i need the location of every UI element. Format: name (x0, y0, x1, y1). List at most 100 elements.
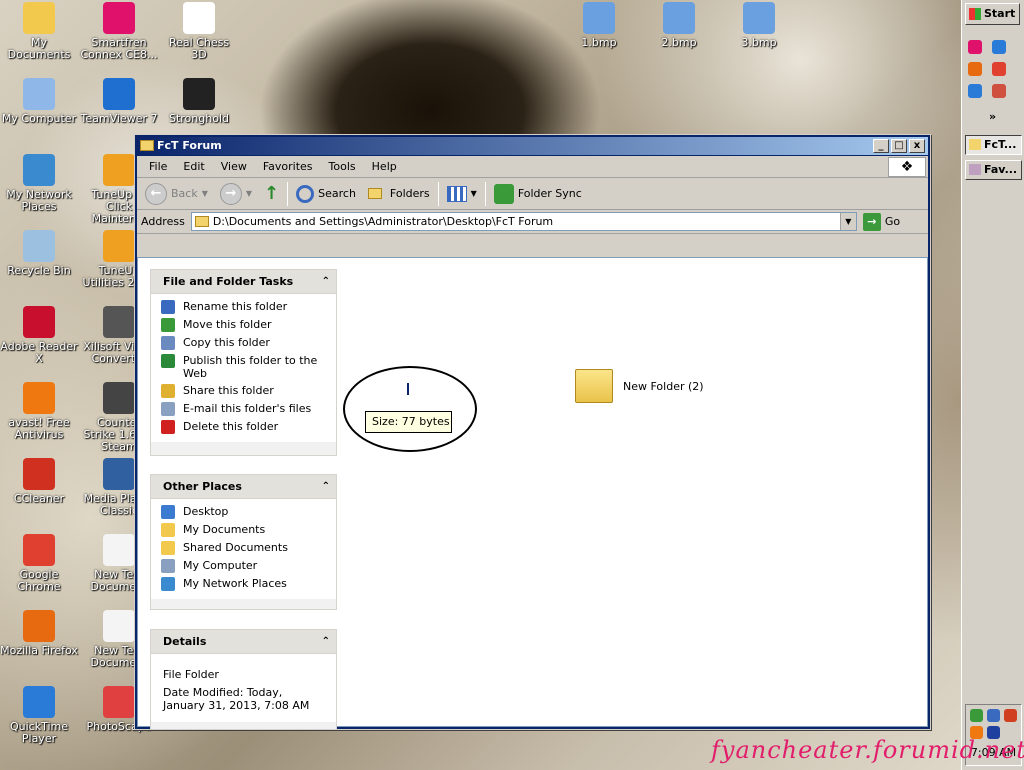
search-icon (296, 184, 315, 203)
watermark-text: fyancheater.forumid.net (711, 736, 1024, 764)
search-button[interactable]: Search (292, 183, 360, 205)
chevron-down-icon[interactable]: ▼ (839, 213, 856, 230)
close-button[interactable]: x (909, 139, 925, 153)
views-button[interactable]: ▼ (443, 184, 481, 204)
panel-link[interactable]: Shared Documents (151, 539, 336, 557)
panel-link[interactable]: Move this folder (151, 316, 336, 334)
taskbar: Start » FcT... Fav... 7:09 AM (961, 0, 1024, 770)
publish-web-icon (161, 354, 175, 368)
windows-logo-icon: ❖ (888, 157, 926, 177)
go-button[interactable]: → Go (862, 212, 901, 231)
menu-file[interactable]: File (141, 160, 175, 173)
desktop-icon (161, 505, 175, 519)
media-player-icon (103, 458, 135, 490)
panel-link[interactable]: Delete this folder (151, 418, 336, 436)
desktop-icon[interactable]: Real Chess 3D (160, 2, 238, 61)
network-tray-icon[interactable] (970, 709, 983, 722)
share-folder-icon (161, 384, 175, 398)
menu-tools[interactable]: Tools (321, 160, 364, 173)
desktop-icon[interactable]: My Network Places (0, 154, 78, 213)
panel-link[interactable]: My Documents (151, 521, 336, 539)
tuneup-utilities-icon (103, 230, 135, 262)
desktop-icon[interactable]: avast! Free Antivirus (0, 382, 78, 441)
ie-icon[interactable] (968, 84, 982, 98)
folder-view[interactable]: File and Folder Tasks ⌃ Rename this fold… (137, 257, 928, 730)
forward-button[interactable]: → ▼ (216, 181, 256, 207)
panel-title: File and Folder Tasks (163, 275, 294, 288)
size-tooltip: Size: 77 bytes (365, 411, 452, 433)
panel-link-label: Copy this folder (183, 336, 270, 349)
collapse-icon[interactable]: ⌃ (322, 475, 330, 499)
panel-link-label: Shared Documents (183, 541, 288, 554)
chevron-down-icon[interactable]: ▼ (471, 189, 477, 198)
minimize-button[interactable]: _ (873, 139, 889, 153)
firefox-icon[interactable] (968, 62, 982, 76)
desktop-icon[interactable]: TeamViewer 7 (80, 78, 158, 125)
menu-favorites[interactable]: Favorites (255, 160, 321, 173)
chevron-more-icon[interactable]: » (989, 110, 996, 123)
panel-title: Other Places (163, 480, 242, 493)
smartfren-icon[interactable] (968, 40, 982, 54)
panel-link[interactable]: Desktop (151, 503, 336, 521)
desktop-icon[interactable]: Mozilla Firefox (0, 610, 78, 657)
taskbar-button[interactable]: Fav... (965, 160, 1022, 180)
security-tray-icon[interactable] (1004, 709, 1017, 722)
panel-link[interactable]: E-mail this folder's files (151, 400, 336, 418)
panel-link[interactable]: Copy this folder (151, 334, 336, 352)
desktop-icon[interactable]: My Computer (0, 78, 78, 125)
panel-header[interactable]: Details ⌃ (151, 630, 336, 654)
desktop-icon[interactable]: Adobe Reader X (0, 306, 78, 365)
text-cursor (407, 383, 409, 395)
back-button[interactable]: ← Back ▼ (141, 181, 212, 207)
search-tray-icon[interactable] (987, 709, 1000, 722)
panel-link[interactable]: My Computer (151, 557, 336, 575)
title-bar[interactable]: FcT Forum _ □ x (137, 137, 928, 155)
desktop-icon[interactable]: CCleaner (0, 458, 78, 505)
taskbar-button[interactable]: FcT... (965, 135, 1022, 155)
address-input[interactable]: D:\Documents and Settings\Administrator\… (190, 212, 857, 231)
app-icon[interactable] (992, 84, 1006, 98)
bitmap-file-icon (663, 2, 695, 34)
desktop-icon[interactable]: 2.bmp (640, 2, 718, 49)
panel-header[interactable]: Other Places ⌃ (151, 475, 336, 499)
panel-header[interactable]: File and Folder Tasks ⌃ (151, 270, 336, 294)
desktop-icon-label: Recycle Bin (7, 264, 71, 277)
up-button[interactable]: ↑ (260, 181, 283, 206)
chevron-down-icon[interactable]: ▼ (202, 189, 208, 198)
collapse-icon[interactable]: ⌃ (322, 630, 330, 654)
text-document-icon (103, 610, 135, 642)
desktop-icon-label: QuickTime Player (9, 720, 69, 745)
desktop-icon[interactable]: Recycle Bin (0, 230, 78, 277)
panel-link[interactable]: Share this folder (151, 382, 336, 400)
maximize-button[interactable]: □ (891, 139, 907, 153)
desktop-icon[interactable]: Google Chrome (0, 534, 78, 593)
desktop-icon-label: Adobe Reader X (0, 340, 78, 365)
panel-link[interactable]: Publish this folder to the Web (151, 352, 336, 382)
chrome-icon[interactable] (992, 62, 1006, 76)
panel-link[interactable]: Rename this folder (151, 298, 336, 316)
my-documents-icon (161, 523, 175, 537)
desktop-icon[interactable]: My Documents (0, 2, 78, 61)
menu-edit[interactable]: Edit (175, 160, 212, 173)
desktop-icon[interactable]: Stronghold (160, 78, 238, 125)
places-list: Desktop My Documents Shared Documents My Co… (151, 499, 336, 599)
panel-link[interactable]: My Network Places (151, 575, 336, 593)
folder-item[interactable]: New Folder (2) (575, 369, 704, 403)
folders-button[interactable]: Folders (364, 185, 434, 202)
menu-help[interactable]: Help (364, 160, 405, 173)
desktop-icon-label: Smartfren Connex CE8... (80, 36, 158, 61)
folder-sync-button[interactable]: Folder Sync (490, 182, 586, 206)
desktop-icon[interactable]: Smartfren Connex CE8... (80, 2, 158, 61)
desktop-icon[interactable]: 1.bmp (560, 2, 638, 49)
address-bar: Address D:\Documents and Settings\Admini… (137, 210, 928, 234)
desktop-icon[interactable]: QuickTime Player (0, 686, 78, 745)
go-label: Go (884, 215, 901, 228)
desktop-icon-label: Mozilla Firefox (0, 644, 78, 657)
start-button[interactable]: Start (965, 3, 1020, 25)
menu-view[interactable]: View (213, 160, 255, 173)
chevron-down-icon[interactable]: ▼ (246, 189, 252, 198)
desktop-icon[interactable]: 3.bmp (720, 2, 798, 49)
task-list: Rename this folder Move this folder Copy t… (151, 294, 336, 442)
ie-icon[interactable] (992, 40, 1006, 54)
collapse-icon[interactable]: ⌃ (322, 270, 330, 294)
